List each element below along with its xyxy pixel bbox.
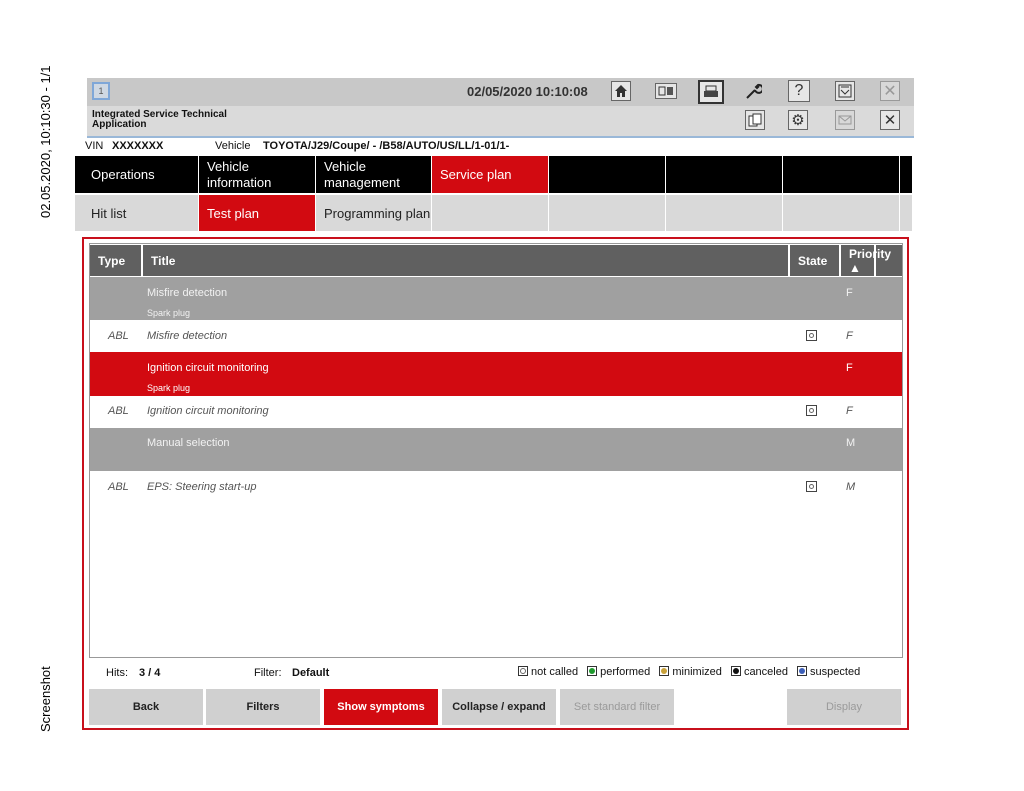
hits-value: 3 / 4 — [139, 667, 161, 679]
tab-hit-list[interactable]: Hit list — [83, 195, 199, 231]
state-not-called-icon — [806, 481, 817, 492]
gear-icon[interactable]: ⚙ — [788, 110, 808, 130]
row-priority: F — [846, 362, 853, 374]
row-title: Ignition circuit monitoring — [147, 362, 269, 374]
column-title[interactable]: Title — [143, 245, 876, 276]
table-row[interactable]: ABL Ignition circuit monitoring F — [90, 396, 902, 428]
app-header: Integrated Service Technical Application… — [87, 106, 914, 136]
row-title: Misfire detection — [147, 330, 228, 342]
legend-minimized: minimized — [659, 666, 722, 678]
row-priority: F — [846, 330, 853, 342]
state-not-called-icon — [806, 405, 817, 416]
sub-tabs: Hit list Test plan Programming plan — [75, 195, 912, 231]
tab-empty-3 — [783, 156, 900, 193]
app-name: Integrated Service Technical Application — [92, 109, 227, 130]
legend-performed: performed — [587, 666, 650, 678]
canceled-icon — [730, 666, 741, 676]
minimized-icon — [659, 666, 670, 676]
row-subtitle: Spark plug — [147, 383, 191, 393]
main-tabs: Operations Vehicle information Vehicle m… — [75, 156, 912, 193]
performed-icon — [587, 666, 598, 676]
display-button[interactable]: Display — [787, 689, 901, 725]
screen-toggle-icon[interactable] — [655, 83, 677, 99]
mail-icon[interactable] — [835, 110, 855, 130]
row-type: ABL — [108, 330, 129, 342]
table-row[interactable]: Manual selection M — [90, 428, 902, 471]
column-type[interactable]: Type — [90, 245, 143, 276]
sub-tab-empty-2 — [549, 195, 666, 231]
filter-value: Default — [292, 667, 330, 679]
vehicle-label: Vehicle — [215, 140, 251, 152]
table-row[interactable]: Ignition circuit monitoring Spark plug F — [90, 352, 902, 396]
vehicle-value: TOYOTA/J29/Coupe/ - /B58/AUTO/US/LL/1-01… — [263, 140, 510, 152]
table-row[interactable]: ABL Misfire detection F — [90, 320, 902, 352]
row-priority: F — [846, 287, 853, 299]
sub-tab-empty-4 — [783, 195, 900, 231]
sub-tab-empty-1 — [432, 195, 549, 231]
top-toolbar: 1 02/05/2020 10:10:08 ? ✕ — [87, 78, 914, 106]
filter-label: Filter: — [254, 667, 282, 679]
filters-button[interactable]: Filters — [206, 689, 320, 725]
window-number-button[interactable]: 1 — [92, 82, 110, 100]
row-priority: M — [846, 481, 856, 493]
table-header: Type Title State Priority ▲ — [90, 245, 902, 276]
show-symptoms-button[interactable]: Show symptoms — [324, 689, 438, 725]
table-row[interactable]: ABL EPS: Steering start-up M — [90, 471, 902, 503]
side-timestamp: 02.05.2020, 10:10:30 - 1/1 — [38, 65, 53, 218]
divider — [87, 136, 914, 138]
row-type: ABL — [108, 481, 129, 493]
tab-vehicle-management[interactable]: Vehicle management — [316, 156, 432, 193]
row-type: ABL — [108, 405, 129, 417]
row-title: Manual selection — [147, 437, 230, 449]
tab-vehicle-information[interactable]: Vehicle information — [199, 156, 316, 193]
row-title: Ignition circuit monitoring — [147, 405, 269, 417]
vin-value: XXXXXXX — [112, 140, 164, 152]
home-icon[interactable] — [611, 81, 631, 101]
documents-icon[interactable] — [745, 110, 765, 130]
tab-test-plan[interactable]: Test plan — [199, 195, 316, 231]
side-caption: Screenshot — [38, 666, 53, 732]
legend-suspected: suspected — [797, 666, 860, 678]
tab-empty-2 — [666, 156, 783, 193]
suspected-icon — [797, 666, 808, 676]
vin-label: VIN — [85, 140, 104, 152]
tab-service-plan[interactable]: Service plan — [432, 156, 549, 193]
close-icon[interactable]: ✕ — [880, 81, 900, 101]
collapse-expand-button[interactable]: Collapse / expand — [442, 689, 556, 725]
table-row[interactable]: Misfire detection Spark plug F — [90, 277, 902, 320]
status-footer: Hits: 3 / 4 Filter: Default not called p… — [90, 664, 902, 684]
datetime: 02/05/2020 10:10:08 — [467, 84, 588, 99]
row-priority: M — [846, 437, 856, 449]
row-title: Misfire detection — [147, 287, 228, 299]
window-number: 1 — [98, 86, 104, 96]
row-subtitle: Spark plug — [147, 308, 191, 318]
column-state[interactable]: State — [788, 245, 841, 276]
column-priority[interactable]: Priority ▲ — [841, 245, 902, 276]
help-icon[interactable]: ? — [788, 80, 810, 102]
back-button[interactable]: Back — [89, 689, 203, 725]
tab-operations[interactable]: Operations — [83, 156, 199, 193]
not-called-icon — [518, 666, 528, 676]
sub-tab-empty-3 — [666, 195, 783, 231]
vehicle-info-row: VIN XXXXXXX Vehicle TOYOTA/J29/Coupe/ - … — [85, 139, 914, 155]
print-icon[interactable] — [698, 80, 724, 104]
tab-programming-plan[interactable]: Programming plan — [316, 195, 432, 231]
hits-label: Hits: — [106, 667, 128, 679]
download-icon[interactable] — [835, 81, 855, 101]
row-priority: F — [846, 405, 853, 417]
legend-canceled: canceled — [730, 666, 788, 678]
legend-not-called: not called — [518, 666, 578, 678]
row-title: EPS: Steering start-up — [147, 481, 257, 493]
tab-empty-1 — [549, 156, 666, 193]
state-legend: not called performed minimized canceled … — [518, 666, 860, 678]
set-standard-filter-button[interactable]: Set standard filter — [560, 689, 674, 725]
state-not-called-icon — [806, 330, 817, 341]
app-close-icon[interactable]: ✕ — [880, 110, 900, 130]
wrench-icon[interactable] — [743, 81, 763, 101]
